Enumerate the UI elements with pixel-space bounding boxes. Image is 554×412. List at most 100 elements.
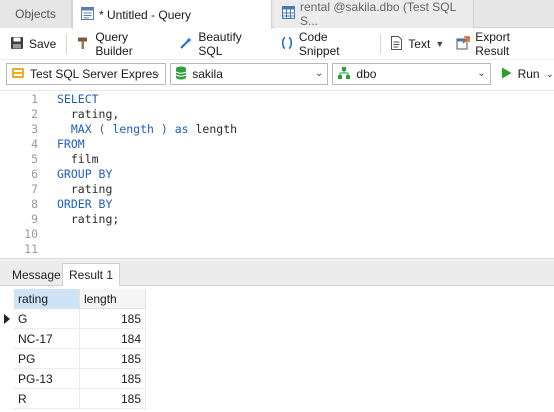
line-number: 8 — [31, 197, 38, 211]
column-header-length[interactable]: length — [80, 289, 146, 309]
editor-line: 1 SELECT — [0, 92, 554, 107]
cell-length[interactable]: 185 — [80, 349, 146, 369]
editor-line: 7 rating — [0, 182, 554, 197]
code-snippet-label: Code Snippet — [298, 30, 340, 58]
editor-line: 10 — [0, 227, 554, 242]
editor-line: 4 FROM — [0, 137, 554, 152]
line-number: 9 — [31, 212, 38, 226]
connection-icon — [11, 66, 25, 83]
save-label: Save — [29, 37, 57, 51]
editor-line: 6 GROUP BY — [0, 167, 554, 182]
column-header-rating[interactable]: rating — [14, 289, 80, 309]
tab-result-label: Result 1 — [69, 268, 114, 282]
tab-rental-label: rental @sakila.dbo (Test SQL S... — [300, 0, 456, 28]
editor-line: 11 — [0, 242, 554, 257]
tab-rental-table[interactable]: rental @sakila.dbo (Test SQL S... — [274, 0, 474, 28]
table-row[interactable]: NC-17 184 — [0, 329, 146, 349]
schema-value: dbo — [356, 67, 377, 81]
brackets-icon — [280, 36, 294, 53]
line-number: 7 — [31, 182, 38, 196]
editor-line: 3 MAX ( length ) as length — [0, 122, 554, 137]
tab-result-1[interactable]: Result 1 — [62, 263, 121, 287]
line-number: 3 — [31, 122, 38, 136]
database-icon — [175, 66, 187, 83]
line-number: 4 — [31, 137, 38, 151]
server-value: Test SQL Server Expres — [30, 67, 159, 81]
sql-keyword: ORDER BY — [57, 197, 113, 211]
result-tab-strip: Message Result 1 — [0, 261, 554, 287]
save-icon — [10, 36, 24, 53]
tab-query-label: * Untitled - Query — [99, 7, 192, 22]
document-tab-strip: Objects * Untitled - Query rental @sakil… — [0, 0, 554, 29]
tab-untitled-query[interactable]: * Untitled - Query — [72, 0, 272, 29]
cell-length[interactable]: 184 — [80, 329, 146, 349]
chevron-down-icon: ⌄ — [315, 68, 324, 79]
text-button[interactable]: Text ▼ — [386, 32, 448, 56]
sql-keyword: SELECT — [57, 92, 99, 106]
column-header-label: rating — [18, 291, 49, 306]
table-tab-icon — [282, 6, 295, 22]
query-builder-button[interactable]: Query Builder — [72, 30, 171, 58]
tab-objects[interactable]: Objects — [0, 0, 72, 28]
toolbar-divider — [66, 34, 68, 54]
table-row[interactable]: PG-13 185 — [0, 369, 146, 389]
beautify-sql-label: Beautify SQL — [198, 30, 242, 58]
cell-rating[interactable]: NC-17 — [14, 329, 80, 349]
editor-line: 2 rating, — [0, 107, 554, 122]
code-text: FROM — [57, 137, 85, 152]
cell-length[interactable]: 185 — [80, 389, 146, 409]
line-number: 2 — [31, 107, 38, 121]
code-text: MAX ( length ) as length — [57, 122, 237, 137]
query-toolbar: Save Query Builder Beautify SQL Code Sni… — [0, 29, 554, 60]
beautify-sql-button[interactable]: Beautify SQL — [175, 30, 271, 58]
query-builder-label: Query Builder — [95, 30, 133, 58]
chevron-down-icon: ⌄ — [545, 68, 554, 80]
cell-rating[interactable]: G — [14, 309, 80, 329]
cell-rating[interactable]: R — [14, 389, 80, 409]
cell-length[interactable]: 185 — [80, 309, 146, 329]
line-number: 5 — [31, 152, 38, 166]
export-result-label: Export Result — [475, 30, 510, 58]
chevron-down-icon: ⌄ — [152, 68, 162, 79]
cell-rating[interactable]: PG-13 — [14, 369, 80, 389]
editor-line: 8 ORDER BY — [0, 197, 554, 212]
line-number: 11 — [24, 242, 38, 256]
schema-select[interactable]: dbo ⌄ — [332, 63, 491, 85]
toolbar-divider — [380, 34, 382, 54]
database-select[interactable]: sakila ⌄ — [170, 63, 329, 85]
code-text: rating — [57, 182, 113, 196]
code-fragment: MAX ( length ) — [70, 122, 175, 136]
code-snippet-button[interactable]: Code Snippet — [276, 30, 374, 58]
run-label: Run — [517, 67, 540, 81]
chevron-down-icon: ⌄ — [477, 68, 486, 79]
code-text: rating; — [57, 212, 120, 226]
save-button[interactable]: Save — [6, 32, 60, 56]
table-row[interactable]: G 185 — [0, 309, 146, 329]
table-row[interactable]: PG 185 — [0, 349, 146, 369]
editor-line: 9 rating; — [0, 212, 554, 227]
sql-keyword: GROUP BY — [57, 167, 113, 181]
line-number: 6 — [31, 167, 38, 181]
text-label: Text — [408, 37, 431, 51]
tab-message[interactable]: Message — [6, 263, 67, 286]
cell-length[interactable]: 185 — [80, 369, 146, 389]
line-number: 1 — [31, 92, 38, 106]
export-result-button[interactable]: Export Result — [452, 30, 550, 58]
export-icon — [456, 35, 471, 53]
code-text: GROUP BY — [57, 167, 112, 182]
code-text: film — [57, 152, 99, 166]
sql-editor[interactable]: 1 SELECT 2 rating, 3 MAX ( length ) as le… — [0, 90, 554, 258]
column-header-label: length — [84, 291, 117, 306]
server-select[interactable]: Test SQL Server Expres ⌄ — [6, 63, 167, 85]
editor-line: 5 film — [0, 152, 554, 167]
cell-rating[interactable]: PG — [14, 349, 80, 369]
run-button[interactable]: Run ⌄ — [501, 67, 554, 82]
table-row[interactable]: R 185 — [0, 389, 146, 409]
code-text: rating, — [57, 107, 120, 121]
hammer-icon — [76, 36, 90, 53]
tab-objects-label: Objects — [15, 7, 56, 21]
chevron-down-icon: ▼ — [435, 39, 445, 49]
connection-bar: Test SQL Server Expres ⌄ sakila ⌄ dbo ⌄ … — [0, 60, 554, 88]
schema-icon — [337, 66, 351, 83]
